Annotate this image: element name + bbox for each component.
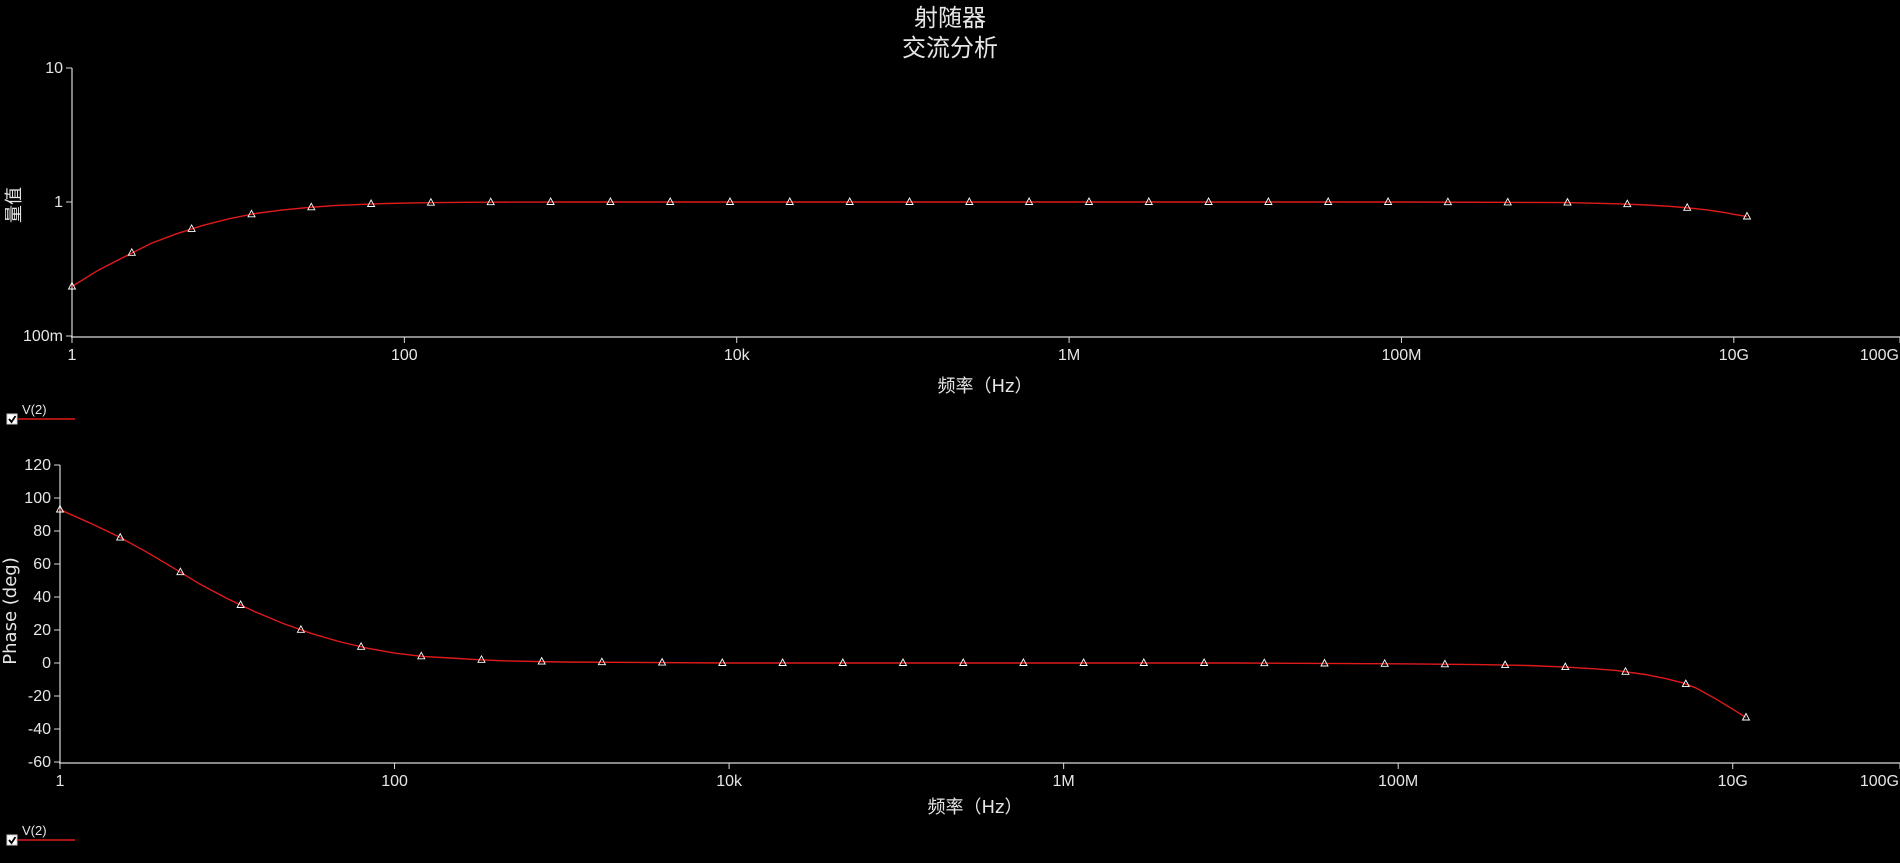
phase-y-tick-label: 120 — [24, 457, 51, 474]
phase-x-tick-label: 10k — [716, 773, 743, 790]
phase-y-tick-label: 80 — [33, 523, 51, 540]
magnitude-x-tick-label: 10G — [1719, 347, 1749, 364]
plot-background — [0, 0, 1900, 863]
phase-x-tick-label: 100G — [1860, 773, 1899, 790]
chart-subtitle: 交流分析 — [902, 34, 998, 62]
phase-y-tick-label: 20 — [33, 622, 51, 639]
magnitude-x-tick-label: 100M — [1381, 347, 1421, 364]
magnitude-x-tick-label: 10k — [724, 347, 751, 364]
phase-x-tick-label: 1M — [1053, 773, 1075, 790]
phase-x-tick-label: 100M — [1378, 773, 1418, 790]
phase-y-tick-label: 60 — [33, 556, 51, 573]
plot-canvas: 射随器 交流分析 1 100 10k 1M 100M 10G 100G101100m 频率（… — [0, 0, 1900, 863]
phase-y-tick-label: 0 — [42, 655, 51, 672]
magnitude-x-tick-label: 100 — [391, 347, 418, 364]
legend-label: V(2) — [22, 823, 47, 838]
phase-y-tick-label: -40 — [28, 721, 51, 738]
magnitude-ylabel: 量值 — [4, 187, 25, 223]
phase-y-tick-label: 40 — [33, 589, 51, 606]
legend-label: V(2) — [22, 402, 47, 417]
phase-y-tick-label: -60 — [28, 754, 51, 771]
magnitude-y-tick-label: 100m — [23, 328, 63, 345]
phase-x-tick-label: 10G — [1718, 773, 1748, 790]
chart-title: 射随器 — [914, 4, 986, 32]
phase-xlabel: 频率（Hz） — [928, 797, 1023, 818]
magnitude-x-tick-label: 1 — [68, 347, 77, 364]
magnitude-x-tick-label: 1M — [1058, 347, 1080, 364]
phase-y-tick-label: 100 — [24, 490, 51, 507]
magnitude-y-tick-label: 1 — [54, 194, 63, 211]
magnitude-x-tick-label: 100G — [1860, 347, 1899, 364]
phase-y-tick-label: -20 — [28, 688, 51, 705]
phase-x-tick-label: 100 — [381, 773, 408, 790]
magnitude-xlabel: 频率（Hz） — [938, 376, 1033, 397]
magnitude-y-tick-label: 10 — [45, 60, 63, 77]
phase-x-tick-label: 1 — [56, 773, 65, 790]
phase-ylabel: Phase (deg) — [0, 557, 21, 664]
